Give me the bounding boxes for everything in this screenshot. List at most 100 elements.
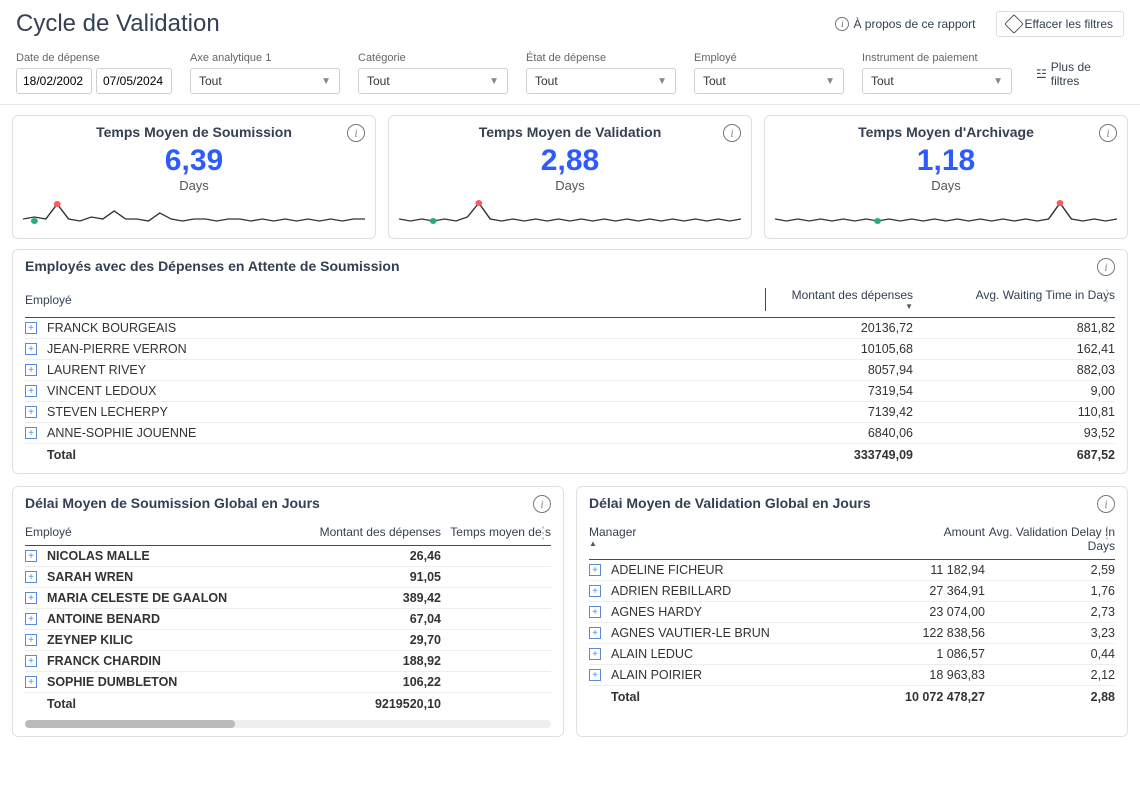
delay-cell: 2,73 xyxy=(985,605,1115,619)
expand-icon[interactable]: + xyxy=(589,585,601,597)
filter-icon: ☳ xyxy=(1036,67,1047,81)
table-row: +ALAIN LEDUC 1 086,57 0,44 xyxy=(589,644,1115,665)
expand-icon[interactable]: + xyxy=(589,627,601,639)
expand-icon[interactable]: + xyxy=(589,648,601,660)
more-filters-button[interactable]: ☳ Plus de filtres xyxy=(1030,54,1124,94)
table-row: + SARAH WREN 91,05 xyxy=(25,567,551,588)
th-amount[interactable]: Amount xyxy=(865,525,985,553)
amount-radius: 188,92 xyxy=(403,654,441,668)
delay-cell: 1,76 xyxy=(985,584,1115,598)
panel-options-icon[interactable]: ⋮ xyxy=(535,523,551,543)
panel-options-icon[interactable]: ⋮ xyxy=(1099,523,1115,543)
delay-cell: 2,12 xyxy=(985,668,1115,682)
kpi-archive-value: 1,18 xyxy=(775,144,1117,178)
amount-cell: 23 074,00 xyxy=(865,605,985,619)
about-label: À propos de ce rapport xyxy=(853,17,975,31)
amount-radius: 29,70 xyxy=(410,633,441,647)
date-from-input[interactable] xyxy=(16,68,92,94)
info-icon[interactable]: i xyxy=(1099,124,1117,142)
th-amount[interactable]: Montant des dépenses▼ xyxy=(765,288,925,311)
manager-name: ALAIN POIRIER xyxy=(611,668,702,682)
table-row: +SOPHIE DUMBLETON 106,22 xyxy=(25,672,551,693)
filter-state: État de dépense Tout▼ xyxy=(526,52,676,94)
expand-icon[interactable]: + xyxy=(25,406,37,418)
table-row: + ANTOINE BENARD 67,04 xyxy=(25,609,551,630)
expand-icon[interactable]: + xyxy=(25,634,37,646)
total-wait: 687,52 xyxy=(925,448,1115,462)
clear-filters-button[interactable]: Effacer les filtres xyxy=(996,11,1124,37)
employee-select[interactable]: Tout▼ xyxy=(694,68,844,94)
kpi-validation-value: 2,88 xyxy=(399,144,741,178)
filter-instr-label: Instrument de paiement xyxy=(862,52,1012,64)
kpi-submission: i Temps Moyen de Soumission 6,39 Days xyxy=(12,115,376,239)
total-amount: 9219520,10 xyxy=(291,697,441,711)
panel-pending-title: Employés avec des Dépenses en Attente de… xyxy=(25,258,1115,274)
expand-icon[interactable]: + xyxy=(25,343,37,355)
info-icon[interactable]: i xyxy=(723,124,741,142)
amount-cell: 8057,94 xyxy=(765,363,925,377)
chevron-down-icon: ▼ xyxy=(825,76,835,87)
kpi-validation-title: Temps Moyen de Validation xyxy=(399,124,741,140)
expand-icon[interactable]: + xyxy=(25,676,37,688)
chevron-down-icon: ▼ xyxy=(993,76,1003,87)
info-icon[interactable]: i xyxy=(347,124,365,142)
th-manager[interactable]: Manager▲ xyxy=(589,525,865,553)
th-employee[interactable]: Employé xyxy=(25,288,765,311)
kpi-validation-unit: Days xyxy=(399,178,741,193)
horizontal-scrollbar[interactable] xyxy=(25,720,551,728)
th-delay[interactable]: Avg. Validation Delay In Days xyxy=(985,525,1115,553)
expand-icon[interactable]: + xyxy=(25,613,37,625)
date-to-input[interactable] xyxy=(96,68,172,94)
about-report-button[interactable]: i À propos de ce rapport xyxy=(827,13,983,35)
employee-name: STEVEN LECHERPY xyxy=(47,405,168,419)
expand-icon[interactable]: + xyxy=(589,564,601,576)
two-col-panels: i ⋮ Délai Moyen de Soumission Global en … xyxy=(0,486,1140,749)
table-row: +LAURENT RIVEY 8057,94 882,03 xyxy=(25,360,1115,381)
expand-icon[interactable]: + xyxy=(25,364,37,376)
th-wait[interactable]: Avg. Waiting Time in Days xyxy=(925,288,1115,311)
expand-icon[interactable]: + xyxy=(25,571,37,583)
th-employee[interactable]: Employé xyxy=(25,525,291,539)
employee-name: JEAN-PIERRE VERRON xyxy=(47,342,187,356)
amount-radius: 26,46 xyxy=(410,549,441,563)
expand-icon[interactable]: + xyxy=(589,606,601,618)
expand-icon[interactable]: + xyxy=(25,322,37,334)
th-amount[interactable]: Montant des dépenses xyxy=(291,525,441,539)
sparkline-validation xyxy=(399,199,741,227)
axe-select[interactable]: Tout▼ xyxy=(190,68,340,94)
expand-icon[interactable]: + xyxy=(25,427,37,439)
header-actions: i À propos de ce rapport Effacer les fil… xyxy=(827,11,1124,37)
employee-name: NICOLAS MALLE xyxy=(47,549,150,563)
expand-icon[interactable]: + xyxy=(25,655,37,667)
kpi-archive-unit: Days xyxy=(775,178,1117,193)
info-icon[interactable]: i xyxy=(1097,495,1115,513)
expand-icon[interactable]: + xyxy=(25,550,37,562)
category-select[interactable]: Tout▼ xyxy=(358,68,508,94)
expand-icon[interactable]: + xyxy=(25,385,37,397)
total-amount: 10 072 478,27 xyxy=(865,690,985,704)
amount-radius: 67,04 xyxy=(410,612,441,626)
table-row: + ALAIN POIRIER 18 963,83 2,12 xyxy=(589,665,1115,686)
manager-name: ADRIEN REBILLARD xyxy=(611,584,731,598)
employee-name: ANTOINE BENARD xyxy=(47,612,160,626)
delay-cell: 2,59 xyxy=(985,563,1115,577)
info-icon[interactable]: i xyxy=(1097,258,1115,276)
scrollbar-thumb[interactable] xyxy=(25,720,235,728)
table-row: +JEAN-PIERRE VERRON 10105,68 162,41 xyxy=(25,339,1115,360)
employee-name: SOPHIE DUMBLETON xyxy=(47,675,177,689)
submission-table: Employé Montant des dépenses Temps moyen… xyxy=(25,519,551,714)
expand-icon[interactable]: + xyxy=(25,592,37,604)
employee-name: SARAH WREN xyxy=(47,570,133,584)
panel-options-icon[interactable]: ⋮ xyxy=(1099,286,1115,306)
info-icon[interactable]: i xyxy=(533,495,551,513)
amount-cell: 7319,54 xyxy=(765,384,925,398)
state-select[interactable]: Tout▼ xyxy=(526,68,676,94)
panel-submission-delay: i ⋮ Délai Moyen de Soumission Global en … xyxy=(12,486,564,737)
amount-radius: 91,05 xyxy=(410,570,441,584)
instrument-select[interactable]: Tout▼ xyxy=(862,68,1012,94)
table-row: +AGNES HARDY 23 074,00 2,73 xyxy=(589,602,1115,623)
panel-pending: i ⋮ Employés avec des Dépenses en Attent… xyxy=(12,249,1128,474)
kpi-archive-title: Temps Moyen d'Archivage xyxy=(775,124,1117,140)
amount-cell: 18 963,83 xyxy=(865,668,985,682)
expand-icon[interactable]: + xyxy=(589,669,601,681)
